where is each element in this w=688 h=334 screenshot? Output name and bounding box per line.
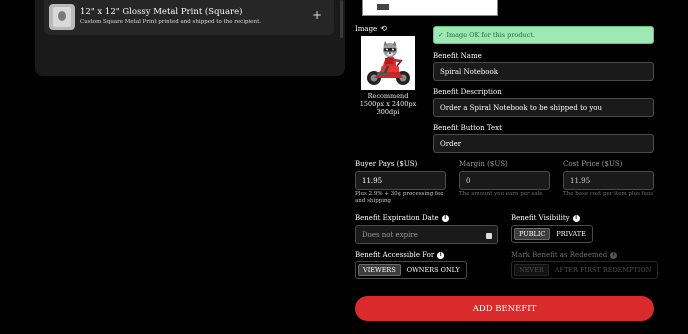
image-label-text: Image [355,24,378,33]
accessible-for-label-text: Benefit Accessible For [355,251,435,259]
reset-image-icon[interactable]: ⟲ [380,24,387,33]
add-product-icon[interactable]: + [312,8,322,22]
recommend-text: Recommend [367,92,409,100]
info-icon: i [610,251,618,259]
info-icon[interactable]: i [437,251,445,259]
cost-price-helper: The base cost per item plus fees [563,191,654,197]
redeemed-option-after-first: AFTER FIRST REDEMPTION [554,266,652,274]
margin-helper: The amount you earn per sale [459,191,543,197]
product-card[interactable]: 12" x 12" Glossy Metal Print (Square) Cu… [44,0,334,35]
benefit-name-input[interactable]: Spiral Notebook [433,62,654,81]
product-preview-image [362,0,498,16]
cost-price-label: Cost Price ($US) [563,160,623,168]
visibility-label-text: Benefit Visibility [511,214,570,222]
benefit-button-text-label: Benefit Button Text [433,124,502,132]
accessible-for-toggle: VIEWERS OWNERS ONLY [355,261,467,279]
visibility-option-private[interactable]: PRIVATE [552,228,590,240]
recommend-size: 1500px x 2400px [359,100,417,108]
recommend-dpi: 300dpi [376,108,400,116]
image-ok-message: Image OK for this product. [446,31,536,39]
expiration-date-input[interactable]: Does not expire [355,225,498,244]
buyer-pays-label: Buyer Pays ($US) [355,160,418,168]
benefit-name-label: Benefit Name [433,52,482,60]
buyer-pays-helper: Plus 2.9% + 30¢ processing fee and shipp… [355,191,444,204]
mark-redeemed-label: Mark Benefit as Redeemed i [511,251,618,259]
redeemed-option-never: NEVER [514,264,549,276]
mark-redeemed-toggle: NEVER AFTER FIRST REDEMPTION [511,261,659,279]
image-recommendation: Recommend 1500px x 2400px 300dpi [355,92,421,116]
cost-price-input: 11.95 [563,171,654,190]
scrollbar[interactable] [340,0,343,38]
raccoon-motorcycle-illustration [361,36,415,90]
image-label: Image ⟲ [355,24,387,33]
benefit-description-input[interactable]: Order a Spiral Notebook to be shipped to… [433,98,654,117]
product-title: 12" x 12" Glossy Metal Print (Square) [80,7,243,17]
buyer-pays-input[interactable]: 11.95 [355,171,446,190]
image-ok-banner: ✓ Image OK for this product. [433,26,654,44]
accessible-option-owners-only[interactable]: OWNERS ONLY [403,264,464,276]
benefit-button-text-input[interactable]: Order [433,134,654,153]
accessible-for-label: Benefit Accessible For i [355,251,445,259]
product-list-panel: 12" x 12" Glossy Metal Print (Square) Cu… [35,0,345,76]
margin-input: 0 [459,171,550,190]
info-icon[interactable]: i [441,214,449,222]
info-icon[interactable]: i [572,214,580,222]
expiration-placeholder: Does not expire [362,230,418,239]
add-benefit-button[interactable]: ADD BENEFIT [355,296,654,321]
check-icon: ✓ [438,31,444,39]
expiration-label: Benefit Expiration Date i [355,214,449,222]
accessible-option-viewers[interactable]: VIEWERS [358,264,401,276]
margin-label: Margin ($US) [459,160,508,168]
calendar-icon[interactable] [486,233,492,239]
expiration-label-text: Benefit Expiration Date [355,214,439,222]
visibility-option-public[interactable]: PUBLIC [514,228,551,240]
benefit-image[interactable] [361,36,415,90]
product-thumbnail [49,4,75,30]
benefit-description-label: Benefit Description [433,88,502,96]
visibility-label: Benefit Visibility i [511,214,580,222]
visibility-toggle: PUBLIC PRIVATE [511,225,593,243]
product-subtitle: Custom Square Metal Print printed and sh… [80,19,262,25]
mark-redeemed-label-text: Mark Benefit as Redeemed [511,251,608,259]
